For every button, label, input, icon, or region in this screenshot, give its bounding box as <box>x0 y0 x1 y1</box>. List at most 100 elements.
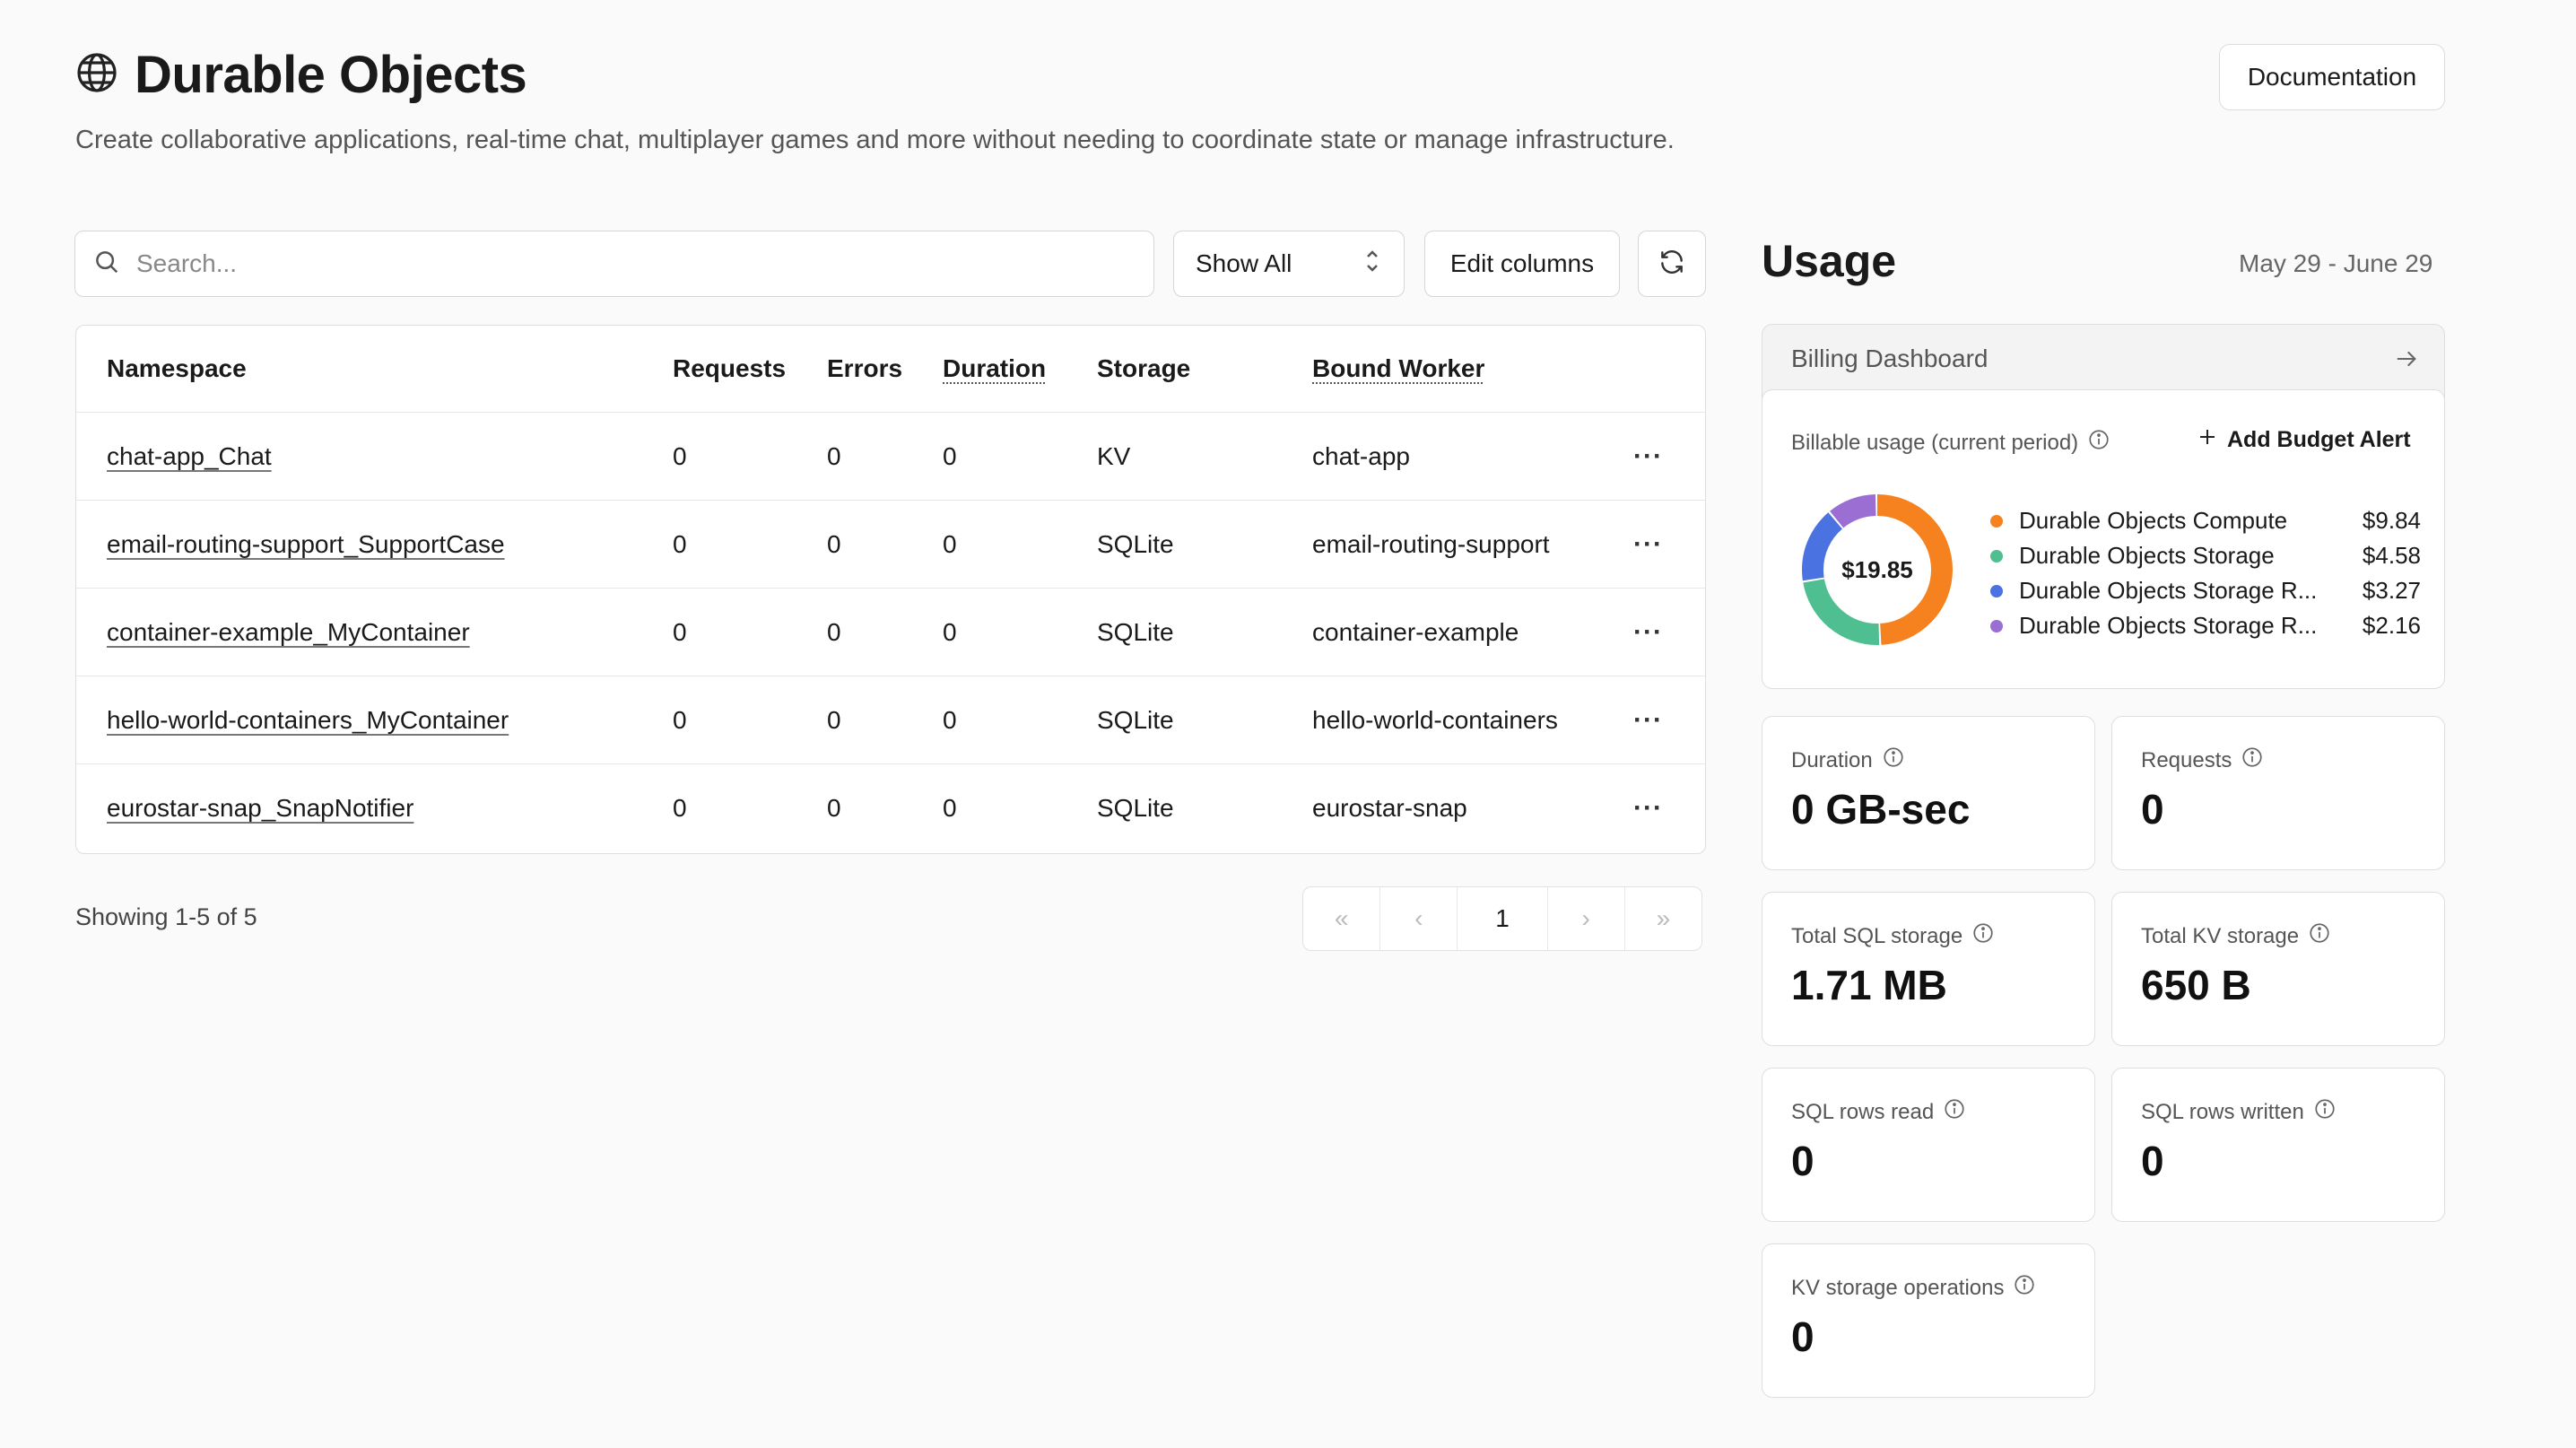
page-subtitle: Create collaborative applications, real-… <box>75 126 1675 154</box>
errors-cell: 0 <box>827 442 841 470</box>
metric-label: Total SQL storage <box>1791 923 1963 948</box>
chevron-up-down-icon <box>1362 248 1382 281</box>
metric-card-requests: Requests 0 <box>2111 716 2445 870</box>
legend-item: Durable Objects Storage R... $3.27 <box>1990 573 2421 608</box>
legend-value: $3.27 <box>2362 577 2421 604</box>
search-box[interactable] <box>74 231 1154 297</box>
pagination: « ‹ 1 › » <box>1302 886 1702 951</box>
donut-total: $19.85 <box>1841 556 1913 583</box>
table-header-row: Namespace Requests Errors Duration Stora… <box>76 326 1705 412</box>
legend-value: $4.58 <box>2362 542 2421 569</box>
bound-worker-cell: eurostar-snap <box>1312 794 1467 822</box>
requests-cell: 0 <box>673 530 687 558</box>
legend-dot <box>1990 514 2003 528</box>
column-header-storage[interactable]: Storage <box>1097 326 1190 412</box>
legend-dot <box>1990 584 2003 598</box>
row-actions-icon[interactable]: ··· <box>1633 589 1663 676</box>
info-icon[interactable] <box>2013 1273 2036 1303</box>
column-header-requests[interactable]: Requests <box>673 326 786 412</box>
table-row: chat-app_Chat 0 0 0 KV chat-app ··· <box>76 412 1705 501</box>
info-icon[interactable] <box>2308 921 2331 951</box>
legend-dot <box>1990 619 2003 632</box>
column-header-namespace[interactable]: Namespace <box>107 326 247 412</box>
metric-value: 0 <box>2141 1138 2164 1184</box>
next-page-button[interactable]: › <box>1548 887 1625 950</box>
legend-item: Durable Objects Storage $4.58 <box>1990 538 2421 573</box>
legend-name: Durable Objects Storage R... <box>2019 612 2318 639</box>
row-actions-icon[interactable]: ··· <box>1633 764 1663 852</box>
showing-count: Showing 1-5 of 5 <box>75 903 257 930</box>
metric-label: SQL rows written <box>2141 1099 2304 1124</box>
namespace-link[interactable]: chat-app_Chat <box>107 442 272 471</box>
billable-usage-donut: $19.85 <box>1802 494 1953 645</box>
arrow-right-icon[interactable] <box>2394 346 2419 376</box>
duration-cell: 0 <box>943 618 957 646</box>
namespace-link[interactable]: eurostar-snap_SnapNotifier <box>107 794 413 823</box>
metric-value: 0 <box>2141 786 2164 833</box>
requests-cell: 0 <box>673 706 687 734</box>
show-all-select[interactable]: Show All <box>1173 231 1405 297</box>
legend-name: Durable Objects Storage R... <box>2019 577 2318 604</box>
search-icon <box>93 249 120 280</box>
usage-date-range: May 29 - June 29 <box>2239 249 2433 277</box>
errors-cell: 0 <box>827 706 841 734</box>
legend-name: Durable Objects Compute <box>2019 507 2288 534</box>
requests-cell: 0 <box>673 618 687 646</box>
legend-value: $2.16 <box>2362 612 2421 639</box>
errors-cell: 0 <box>827 794 841 822</box>
bound-worker-cell: chat-app <box>1312 442 1410 470</box>
storage-cell: SQLite <box>1097 530 1174 558</box>
duration-cell: 0 <box>943 530 957 558</box>
legend-dot <box>1990 549 2003 563</box>
namespace-link[interactable]: container-example_MyContainer <box>107 618 470 647</box>
namespace-link[interactable]: hello-world-containers_MyContainer <box>107 706 509 735</box>
metric-value: 0 <box>1791 1138 1815 1184</box>
page-number-button[interactable]: 1 <box>1458 887 1548 950</box>
metric-card-sql-rows-written: SQL rows written 0 <box>2111 1068 2445 1222</box>
namespaces-table: Namespace Requests Errors Duration Stora… <box>75 325 1706 854</box>
duration-cell: 0 <box>943 706 957 734</box>
documentation-button[interactable]: Documentation <box>2219 44 2445 110</box>
row-actions-icon[interactable]: ··· <box>1633 413 1663 501</box>
info-icon[interactable] <box>1943 1097 1966 1127</box>
info-icon[interactable] <box>1971 921 1995 951</box>
legend-item: Durable Objects Storage R... $2.16 <box>1990 608 2421 643</box>
info-icon[interactable] <box>2087 428 2110 458</box>
bound-worker-cell: hello-world-containers <box>1312 706 1558 734</box>
edit-columns-button[interactable]: Edit columns <box>1424 231 1620 297</box>
row-actions-icon[interactable]: ··· <box>1633 501 1663 589</box>
column-header-bound-worker[interactable]: Bound Worker <box>1312 354 1484 383</box>
storage-cell: KV <box>1097 442 1131 470</box>
row-actions-icon[interactable]: ··· <box>1633 676 1663 764</box>
metric-label: Total KV storage <box>2141 923 2300 948</box>
column-header-errors[interactable]: Errors <box>827 326 902 412</box>
page-header: Durable Objects <box>75 45 527 105</box>
requests-cell: 0 <box>673 442 687 470</box>
metric-card-kv-storage: Total KV storage 650 B <box>2111 892 2445 1046</box>
info-icon[interactable] <box>2313 1097 2337 1127</box>
prev-page-button[interactable]: ‹ <box>1380 887 1458 950</box>
namespace-link[interactable]: email-routing-support_SupportCase <box>107 530 505 559</box>
metric-label: SQL rows read <box>1791 1099 1935 1124</box>
billing-dashboard-link[interactable]: Billing Dashboard <box>1791 345 1988 373</box>
refresh-icon <box>1658 248 1686 281</box>
metric-value: 1.71 MB <box>1791 962 1947 1008</box>
show-all-label: Show All <box>1196 249 1292 277</box>
table-row: hello-world-containers_MyContainer 0 0 0… <box>76 676 1705 764</box>
requests-cell: 0 <box>673 794 687 822</box>
metric-label: KV storage operations <box>1791 1275 2005 1300</box>
last-page-button[interactable]: » <box>1625 887 1701 950</box>
refresh-button[interactable] <box>1638 231 1706 297</box>
duration-cell: 0 <box>943 442 957 470</box>
bound-worker-cell: container-example <box>1312 618 1519 646</box>
add-budget-alert-button[interactable]: Add Budget Alert <box>2197 426 2411 454</box>
metric-value: 650 B <box>2141 962 2251 1008</box>
billable-usage-heading: Billable usage (current period) <box>1791 428 2110 458</box>
column-header-duration[interactable]: Duration <box>943 354 1046 383</box>
info-icon[interactable] <box>1882 746 1905 775</box>
first-page-button[interactable]: « <box>1303 887 1381 950</box>
billable-usage-panel: Billable usage (current period) Add Budg… <box>1762 389 2445 689</box>
search-input[interactable] <box>135 249 1125 279</box>
metric-label: Requests <box>2141 747 2232 772</box>
info-icon[interactable] <box>2241 746 2264 775</box>
